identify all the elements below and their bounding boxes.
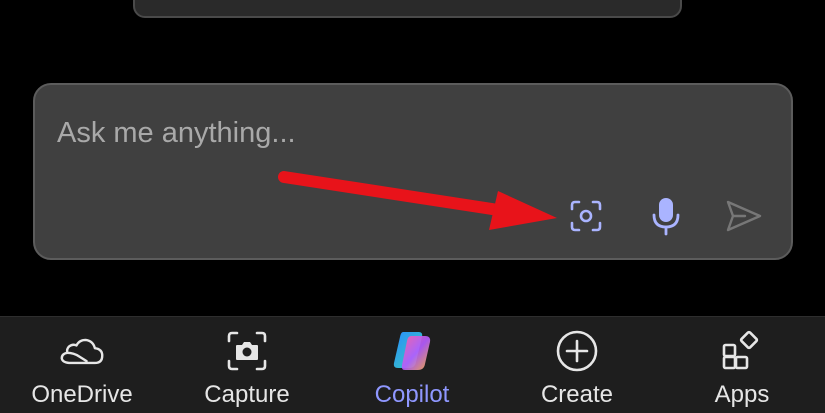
chat-composer[interactable] [33, 83, 793, 260]
bottom-tab-bar: OneDrive Capture Copilot Create Apps [0, 316, 825, 413]
previous-message-card [133, 0, 682, 18]
send-button[interactable] [722, 194, 766, 238]
tab-copilot[interactable]: Copilot [337, 317, 487, 413]
camera-scan-icon [570, 200, 602, 232]
tab-label-capture: Capture [204, 381, 290, 408]
tab-create[interactable]: Create [502, 317, 652, 413]
tab-label-apps: Apps [714, 381, 770, 408]
apps-grid-icon [719, 328, 765, 374]
microphone-icon [652, 198, 680, 236]
camera-icon [224, 328, 270, 374]
tab-label-create: Create [540, 381, 614, 408]
tab-label-onedrive: OneDrive [31, 381, 133, 408]
tab-onedrive[interactable]: OneDrive [7, 317, 157, 413]
camera-scan-button[interactable] [564, 194, 608, 238]
copilot-logo-icon [389, 328, 435, 374]
plus-circle-icon [554, 328, 600, 374]
tab-label-copilot: Copilot [374, 381, 450, 408]
copilot-screen: OneDrive Capture [0, 0, 825, 413]
tab-apps[interactable]: Apps [667, 317, 817, 413]
microphone-button[interactable] [644, 194, 688, 238]
cloud-icon [59, 328, 105, 374]
ask-input[interactable] [57, 109, 697, 157]
tab-capture[interactable]: Capture [172, 317, 322, 413]
send-icon [726, 200, 762, 232]
